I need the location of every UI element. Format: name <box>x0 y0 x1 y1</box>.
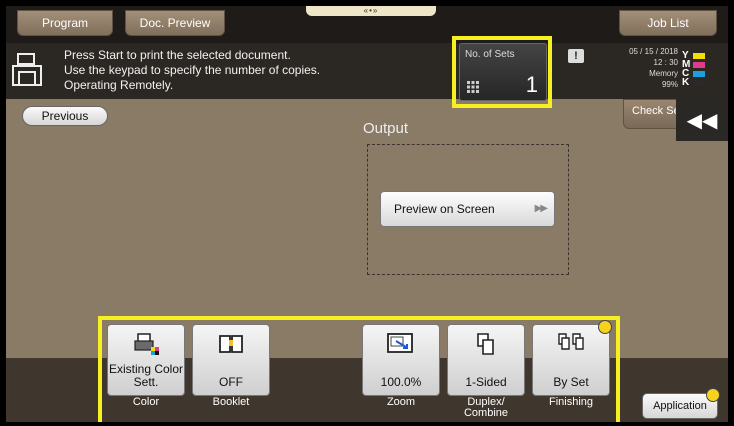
tab-doc-preview[interactable]: Doc. Preview <box>125 10 225 36</box>
panel-handle[interactable]: «•» <box>306 6 436 16</box>
one-sided-icon <box>477 333 494 355</box>
color-button[interactable]: Existing Color Sett. <box>107 324 185 396</box>
no-of-sets-button[interactable]: No. of Sets 1 <box>459 43 547 101</box>
collapse-panel-icon[interactable]: ◀◀ <box>676 99 728 141</box>
finishing-caption: Finishing <box>548 396 594 408</box>
previous-button[interactable]: Previous <box>22 106 108 126</box>
booklet-icon <box>219 335 243 353</box>
color-printer-icon <box>134 333 159 355</box>
sort-by-set-icon <box>558 333 584 350</box>
copy-screen: Program Doc. Preview «•» Job List Press … <box>6 6 728 422</box>
finishing-button[interactable]: By Set <box>532 324 610 396</box>
message-line-3: Operating Remotely. <box>64 78 174 92</box>
status-date: 05 / 15 / 2018 <box>629 47 678 56</box>
memory-value: 99% <box>661 80 678 89</box>
alert-icon[interactable]: ! <box>568 49 584 63</box>
status-time: 12 : 30 <box>653 58 678 67</box>
keypad-icon <box>467 81 479 93</box>
finishing-badge-icon <box>598 320 612 334</box>
zoom-button[interactable]: 100.0% <box>362 324 440 396</box>
application-badge-icon <box>706 388 720 402</box>
finishing-value: By Set <box>553 375 589 389</box>
booklet-button[interactable]: OFF <box>192 324 270 396</box>
zoom-value: 100.0% <box>380 375 422 389</box>
sets-label: No. of Sets <box>465 49 515 60</box>
preview-label: Preview on Screen <box>394 202 495 216</box>
booklet-value: OFF <box>219 375 243 389</box>
booklet-caption: Booklet <box>212 396 250 408</box>
duplex-caption: Duplex/ Combine <box>463 396 509 419</box>
duplex-combine-button[interactable]: 1-Sided <box>447 324 525 396</box>
tab-job-list[interactable]: Job List <box>619 10 717 36</box>
message-line-1: Press Start to print the selected docume… <box>64 48 291 62</box>
document-icon <box>12 53 42 86</box>
duplex-value: 1-Sided <box>465 375 507 389</box>
status-panel: 05 / 15 / 2018 12 : 30 Memory 99% <box>608 46 678 90</box>
message-line-2: Use the keypad to specify the number of … <box>64 63 321 77</box>
double-arrow-icon: ▶▶ <box>534 203 548 214</box>
output-title: Output <box>363 120 409 137</box>
memory-label: Memory <box>649 69 678 78</box>
zoom-icon <box>387 333 413 353</box>
toner-levels: Y M C K <box>682 50 724 88</box>
color-value: Existing Color Sett. <box>108 362 184 389</box>
color-caption: Color <box>132 396 160 408</box>
zoom-caption: Zoom <box>386 396 416 408</box>
preview-on-screen-button[interactable]: Preview on Screen ▶▶ <box>380 191 555 227</box>
toner-black: K <box>682 77 724 88</box>
sets-value: 1 <box>525 72 538 97</box>
top-tab-row: Program Doc. Preview «•» Job List <box>6 6 728 43</box>
tab-program[interactable]: Program <box>17 10 113 36</box>
